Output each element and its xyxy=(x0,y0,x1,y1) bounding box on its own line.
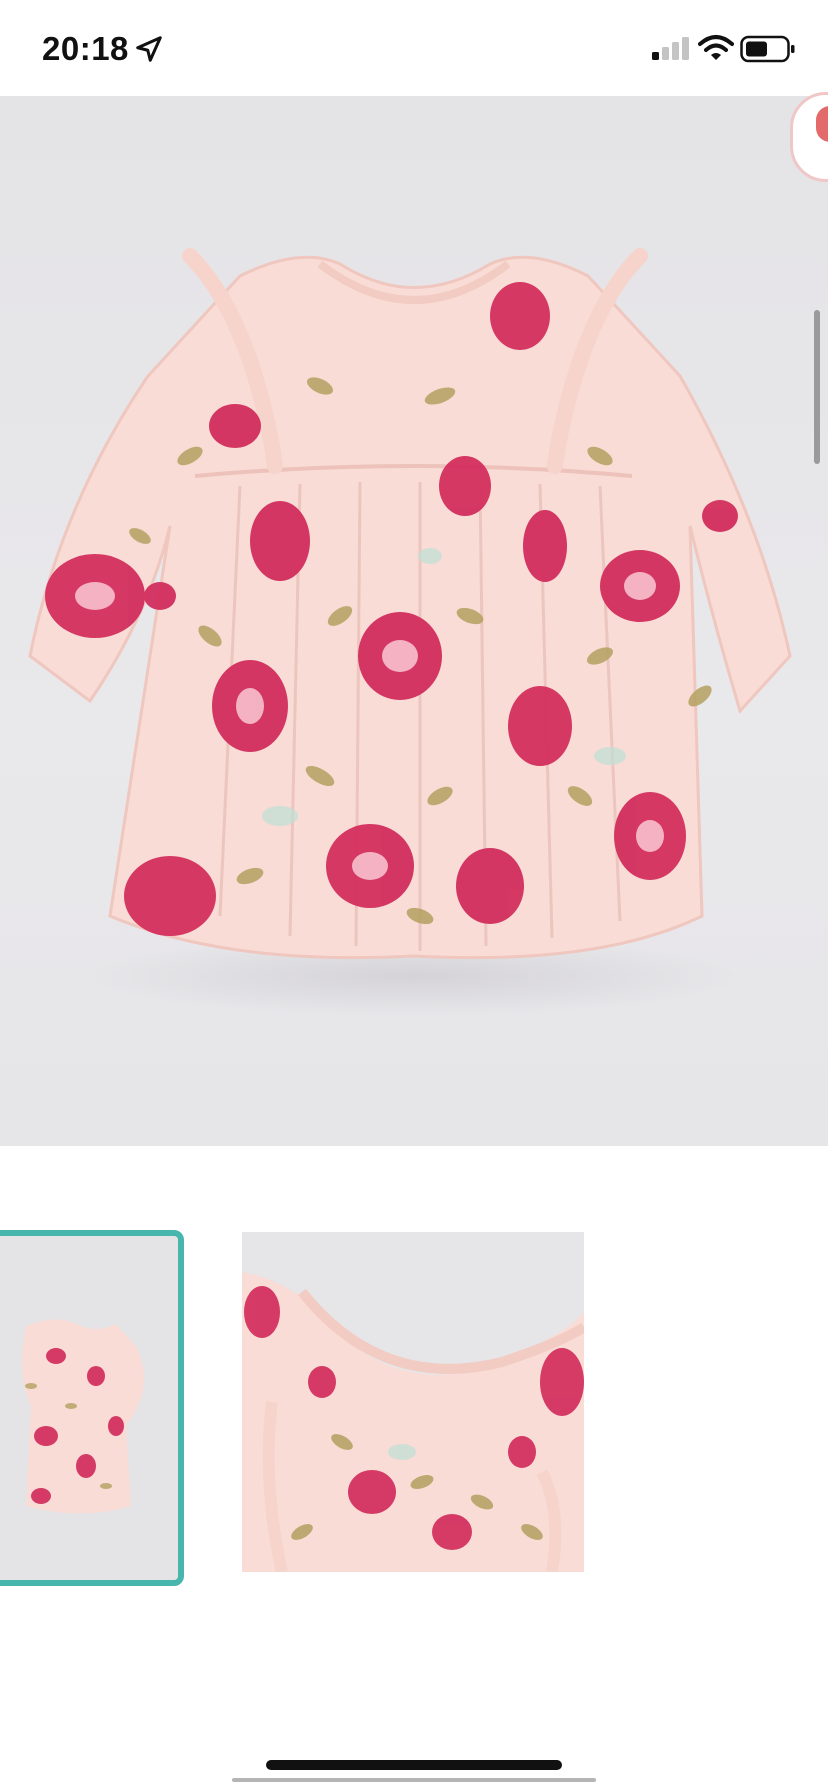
thumbnail-collar-detail[interactable] xyxy=(242,1232,584,1572)
home-indicator-track xyxy=(232,1778,596,1782)
thumbnail-strip xyxy=(0,1230,828,1590)
floral-dress-image xyxy=(28,248,792,1016)
cellular-signal-icon xyxy=(652,37,689,60)
thumbnail-collar-image xyxy=(242,1232,584,1572)
thumbnail-full-dress[interactable] xyxy=(0,1230,184,1586)
thumbnail-dress-image xyxy=(0,1236,178,1580)
image-scrollbar[interactable] xyxy=(814,310,820,464)
battery-icon xyxy=(740,35,795,63)
product-main-image[interactable] xyxy=(0,96,828,1146)
location-arrow-icon xyxy=(136,36,162,62)
wifi-icon xyxy=(698,35,734,60)
status-bar: 20:18 xyxy=(0,0,828,96)
home-indicator[interactable] xyxy=(266,1760,562,1770)
status-time: 20:18 xyxy=(42,30,129,67)
